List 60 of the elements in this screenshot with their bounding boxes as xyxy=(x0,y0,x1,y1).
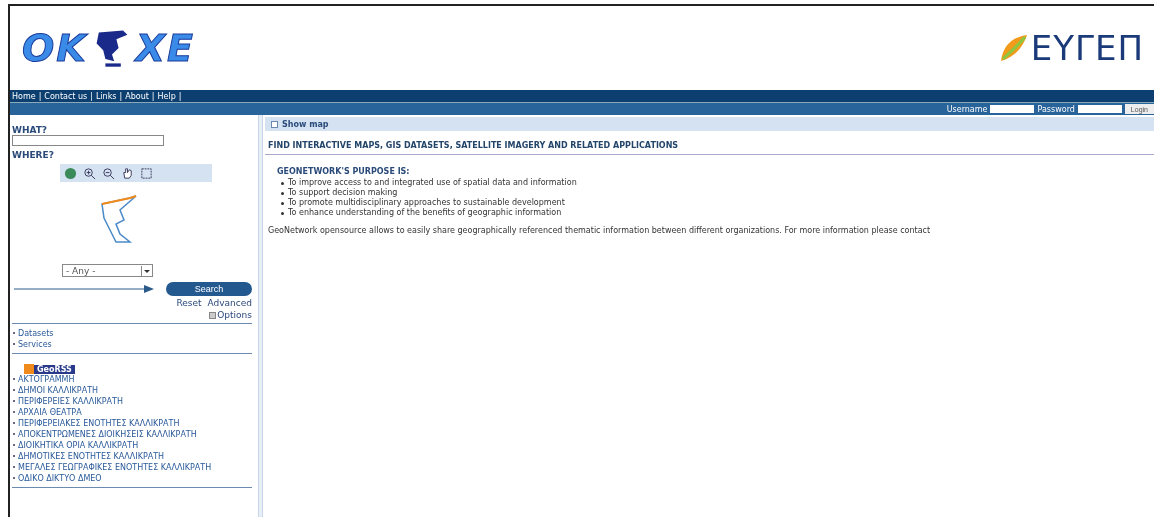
region-dropdown[interactable]: - Any - xyxy=(62,264,153,277)
layer-link[interactable]: ΔΗΜΟΤΙΚΕΣ ΕΝΟΤΗΤΕΣ ΚΑΛΛΙΚΡΑΤΗ xyxy=(12,451,252,462)
separator-text: | xyxy=(178,91,182,101)
options-link[interactable]: Options xyxy=(209,310,252,320)
nav-link[interactable]: Contact us xyxy=(44,91,88,101)
layer-link[interactable]: ΑΡΧΑΙΑ ΘΕΑΤΡΑ xyxy=(12,407,252,418)
layer-link[interactable]: ΔΗΜΟΙ ΚΑΛΛΙΚΡΑΤΗ xyxy=(12,385,252,396)
select-box-icon[interactable] xyxy=(140,166,153,180)
hand-icon[interactable] xyxy=(121,166,134,180)
show-map-bar[interactable]: Show map xyxy=(265,117,1154,131)
page-heading: FIND INTERACTIVE MAPS, GIS DATASETS, SATELLITE IMAGERY AND RELATED APPLICATIONS xyxy=(265,141,1154,155)
show-map-label: Show map xyxy=(282,119,329,129)
separator-text: | xyxy=(151,91,155,101)
field-label: WHERE? xyxy=(12,150,55,160)
nav-link[interactable]: About xyxy=(125,91,149,101)
advanced-link[interactable]: Advanced xyxy=(207,298,252,308)
company-logo: ΕΥΓΕΠ xyxy=(998,28,1144,68)
georss-badge[interactable]: GeoRSS xyxy=(34,364,75,374)
bullet-icon xyxy=(281,201,284,205)
nav-link[interactable]: Home xyxy=(12,91,36,101)
bullet-icon xyxy=(281,191,284,195)
section-heading: GEONETWORK'S PURPOSE IS: xyxy=(277,167,411,176)
layer-link[interactable]: ΑΠΟΚΕΝΤΡΩΜΕΝΕΣ ΔΙΟΙΚΗΣΕΙΣ ΚΑΛΛΙΚΡΑΤΗ xyxy=(12,429,252,440)
purpose-item: To promote multidisciplinary approaches to sustainable development xyxy=(288,198,565,208)
separator-text: | xyxy=(90,91,93,101)
search-button[interactable]: Search xyxy=(166,282,252,296)
layer-link[interactable]: ΟΔΙΚΟ ΔΙΚΤΥΟ ΔΜΕΟ xyxy=(12,473,252,484)
zoom-out-icon[interactable] xyxy=(102,166,115,180)
separator-text: | xyxy=(38,91,42,101)
purpose-item: To enhance understanding of the benefits of geographic information xyxy=(288,208,562,218)
plus-icon xyxy=(209,311,217,319)
type-link[interactable]: Services xyxy=(12,339,252,350)
logo-text: OK xyxy=(22,26,88,70)
password-field[interactable] xyxy=(1077,105,1122,113)
zoom-in-icon[interactable] xyxy=(83,166,96,180)
separator-text: | xyxy=(119,91,123,101)
bullet-icon xyxy=(281,181,284,185)
layer-link[interactable]: ΜΕΓΑΛΕΣ ΓΕΩΓΡΑΦΙΚΕΣ ΕΝΟΤΗΤΕΣ ΚΑΛΛΙΚΡΑΤΗ xyxy=(12,462,252,473)
reset-link[interactable]: Reset xyxy=(176,298,202,308)
logo-text: XE xyxy=(135,26,195,70)
what-field[interactable] xyxy=(12,135,164,146)
username-field[interactable] xyxy=(990,105,1035,113)
intro-paragraph: GeoNetwork opensource allows to easily share geographically referenced thematic information between different organizations. For more information please contact xyxy=(268,226,932,235)
purpose-item: To improve access to and integrated use of spatial data and information xyxy=(288,178,577,188)
expand-icon xyxy=(271,120,278,128)
purpose-item: To support decision making xyxy=(288,188,398,198)
layer-link[interactable]: ΑΚΤΟΓΡΑΜΜΗ xyxy=(12,374,252,385)
type-link[interactable]: Datasets xyxy=(12,328,252,339)
dropdown-icon xyxy=(141,265,152,276)
layer-link[interactable]: ΔΙΟΙΚΗΤΙΚΑ ΟΡΙΑ ΚΑΛΛΙΚΡΑΤΗ xyxy=(12,440,252,451)
nav-link[interactable]: Help xyxy=(157,91,176,101)
layer-link[interactable]: ΠΕΡΙΦΕΡΕΙΑΚΕΣ ΕΝΟΤΗΤΕΣ ΚΑΛΛΙΚΡΑΤΗ xyxy=(12,418,252,429)
username-label: Username xyxy=(946,104,988,114)
nav-link[interactable]: Links xyxy=(95,91,117,101)
field-label: WHAT? xyxy=(12,125,49,135)
bullet-icon xyxy=(281,211,284,215)
password-label: Password xyxy=(1037,104,1075,114)
arrow-icon xyxy=(14,285,154,293)
layer-link[interactable]: ΠΕΡΙΦΕΡΕΙΕΣ ΚΑΛΛΙΚΡΑΤΗ xyxy=(12,396,252,407)
leaf-icon xyxy=(998,33,1029,63)
